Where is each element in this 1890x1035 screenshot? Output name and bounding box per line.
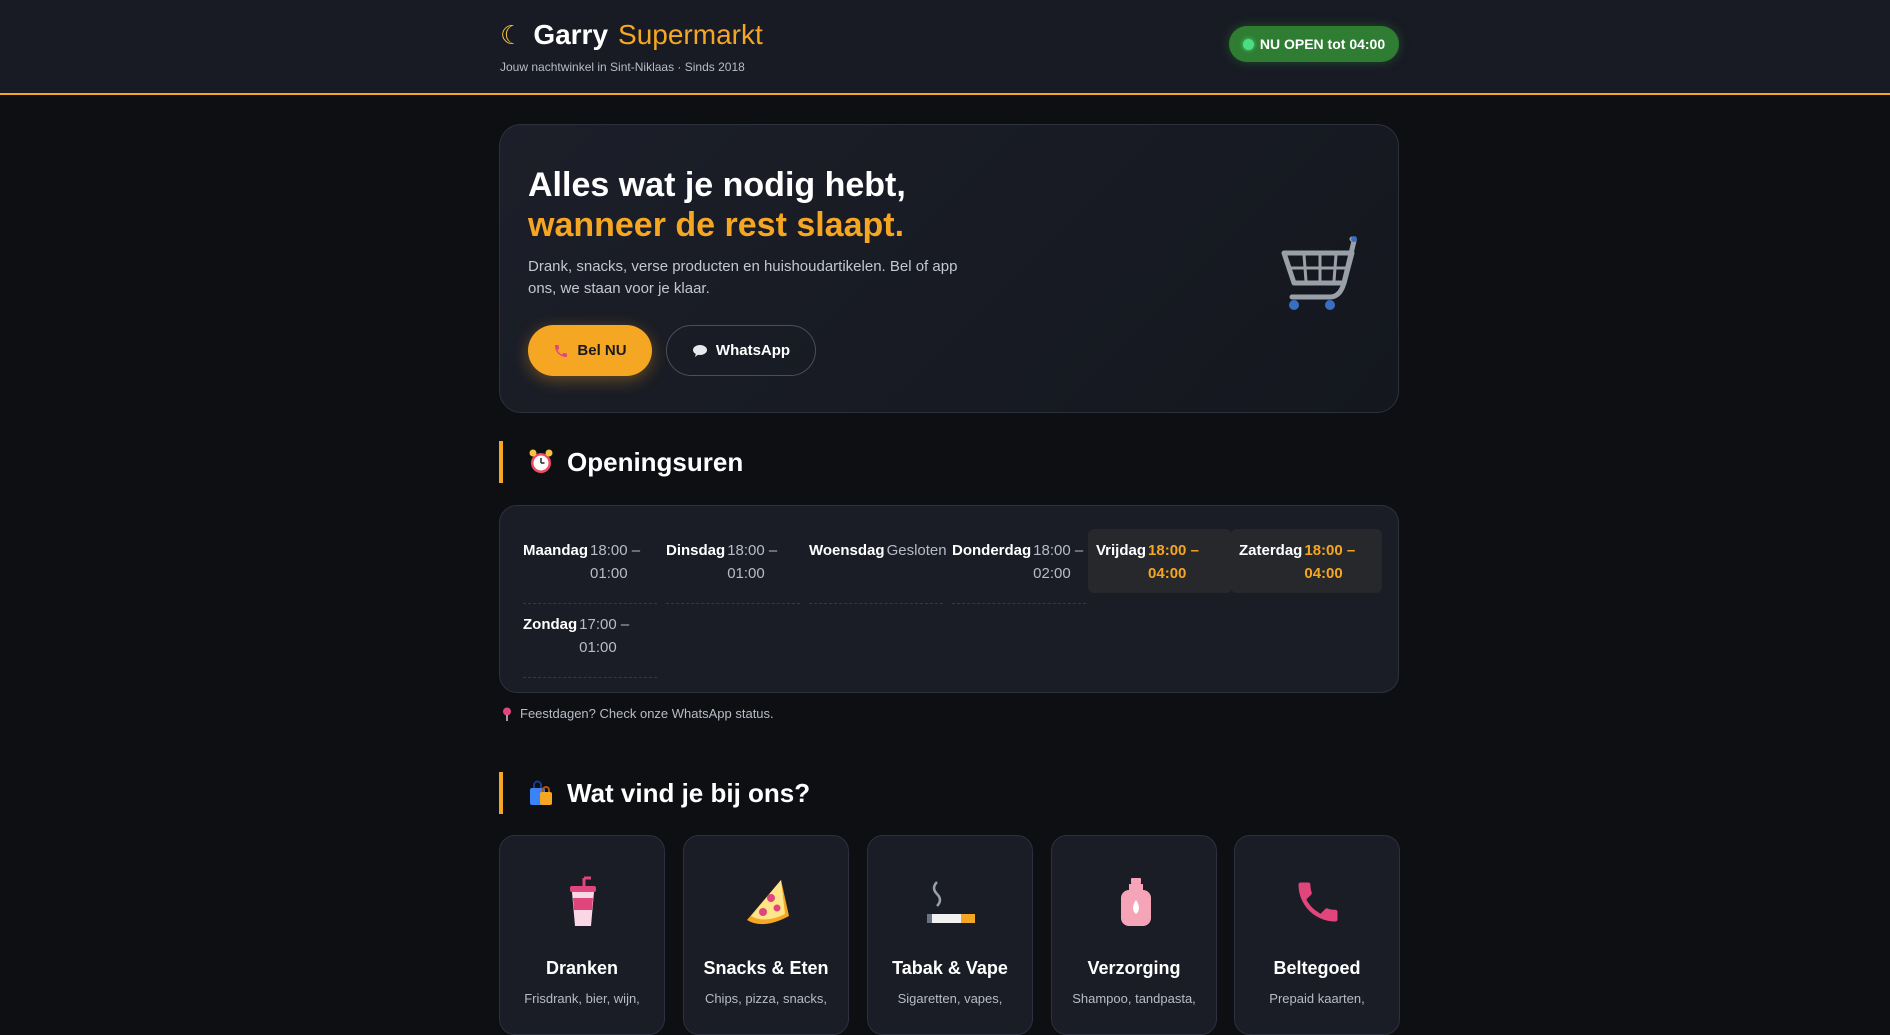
hero-description: Drank, snacks, verse producten en huisho… xyxy=(528,258,958,297)
hours-day-zondag: Zondag 17:00 – 01:00 xyxy=(523,613,657,678)
shopping-bags-icon xyxy=(530,780,552,805)
holiday-note: Feestdagen? Check onze WhatsApp status. xyxy=(502,706,774,721)
category-name: Verzorging xyxy=(1087,958,1181,978)
day-time: Gesloten xyxy=(886,542,947,559)
hero-title-line1: Alles wat je nodig hebt, xyxy=(528,166,906,204)
category-card-dranken[interactable]: Dranken Frisdrank, bier, wijn, xyxy=(499,835,665,1035)
pin-icon xyxy=(503,707,511,721)
status-text: NU OPEN tot 04:00 xyxy=(1259,36,1386,52)
day-time: 18:00 – 04:00 xyxy=(1304,542,1356,582)
day-name: Vrijdag xyxy=(1096,542,1147,559)
day-time: 18:00 – 01:00 xyxy=(590,542,641,582)
day-time: 18:00 – 02:00 xyxy=(1033,542,1084,582)
category-desc: Prepaid kaarten, xyxy=(1269,991,1365,1006)
day-time: 18:00 – 04:00 xyxy=(1148,542,1199,582)
category-card-tabak[interactable]: Tabak & Vape Sigaretten, vapes, xyxy=(867,835,1033,1035)
speech-bubble-icon xyxy=(692,344,707,357)
category-card-beltegoed[interactable]: Beltegoed Prepaid kaarten, xyxy=(1234,835,1400,1035)
site-header: ☾ Garry Supermarkt Jouw nachtwinkel in S… xyxy=(0,0,1890,95)
cigarette-icon xyxy=(927,881,975,923)
phone-icon xyxy=(555,344,568,357)
category-desc: Sigaretten, vapes, xyxy=(897,991,1003,1006)
hours-day-maandag: Maandag 18:00 – 01:00 xyxy=(523,539,657,604)
call-now-label: Bel NU xyxy=(577,342,627,359)
brand[interactable]: ☾ Garry Supermarkt Jouw nachtwinkel in S… xyxy=(500,19,763,75)
pizza-icon xyxy=(747,880,789,925)
holiday-note-text: Feestdagen? Check onze WhatsApp status. xyxy=(520,706,774,721)
hours-section-header: Openingsuren xyxy=(499,441,743,483)
category-name: Dranken xyxy=(545,958,619,978)
hours-title: Openingsuren xyxy=(567,446,744,477)
category-desc: Shampoo, tandpasta, xyxy=(1072,991,1196,1006)
day-name: Maandag xyxy=(523,542,589,559)
day-name: Woensdag xyxy=(809,542,885,559)
day-time: 17:00 – 01:00 xyxy=(579,616,630,656)
day-name: Dinsdag xyxy=(666,542,726,559)
hero-card: Alles wat je nodig hebt, wanneer de rest… xyxy=(499,124,1399,413)
brand-accent: Supermarkt xyxy=(618,19,763,50)
products-title: Wat vind je bij ons? xyxy=(567,777,811,808)
category-desc: Frisdrank, bier, wijn, xyxy=(524,991,640,1006)
day-name: Zaterdag xyxy=(1239,542,1303,559)
moon-icon: ☾ xyxy=(500,20,524,50)
drink-cup-icon xyxy=(570,876,596,926)
whatsapp-label: WhatsApp xyxy=(715,342,791,359)
category-card-snacks[interactable]: Snacks & Eten Chips, pizza, snacks, xyxy=(683,835,849,1035)
category-desc: Chips, pizza, snacks, xyxy=(704,991,828,1006)
hours-day-donderdag: Donderdag 18:00 – 02:00 xyxy=(952,539,1086,604)
day-name: Donderdag xyxy=(952,542,1032,559)
hero-title: Alles wat je nodig hebt, wanneer de rest… xyxy=(528,165,906,245)
call-now-button[interactable]: Bel NU xyxy=(528,325,652,376)
category-card-verzorging[interactable]: Verzorging Shampoo, tandpasta, xyxy=(1051,835,1217,1035)
whatsapp-button[interactable]: WhatsApp xyxy=(666,325,816,376)
tagline: Jouw nachtwinkel in Sint-Niklaas · Sinds… xyxy=(500,60,745,74)
hours-day-vrijdag: Vrijdag 18:00 – 04:00 xyxy=(1088,529,1232,593)
lotion-bottle-icon xyxy=(1121,878,1151,926)
day-name: Zondag xyxy=(523,616,578,633)
status-badge: NU OPEN tot 04:00 xyxy=(1229,26,1399,62)
hours-day-dinsdag: Dinsdag 18:00 – 01:00 xyxy=(666,539,800,604)
hours-day-zaterdag: Zaterdag 18:00 – 04:00 xyxy=(1231,529,1382,593)
hours-card: Maandag 18:00 – 01:00 Dinsdag 18:00 – 01… xyxy=(499,505,1399,693)
brand-name: Garry xyxy=(533,19,609,50)
hours-day-woensdag: Woensdag Gesloten xyxy=(809,539,947,604)
hero-title-line2: wanneer de rest slaapt. xyxy=(528,206,905,244)
category-name: Tabak & Vape xyxy=(892,958,1008,978)
alarm-clock-icon xyxy=(529,449,553,473)
shopping-cart-icon xyxy=(1281,236,1357,310)
products-section-header: Wat vind je bij ons? xyxy=(499,772,810,814)
status-dot-icon xyxy=(1242,38,1254,50)
phone-icon xyxy=(1298,882,1338,922)
day-time: 18:00 – 01:00 xyxy=(727,542,778,582)
category-name: Beltegoed xyxy=(1273,958,1361,978)
category-name: Snacks & Eten xyxy=(703,958,829,978)
